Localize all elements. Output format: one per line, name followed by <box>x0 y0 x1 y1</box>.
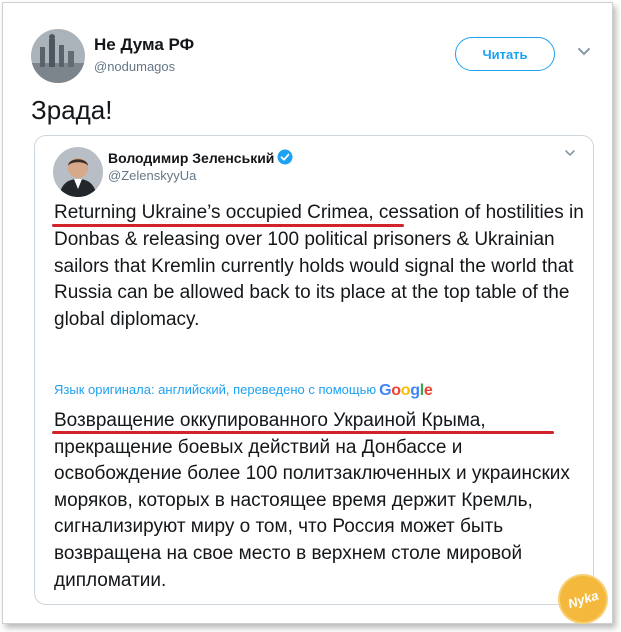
chevron-down-icon[interactable] <box>563 146 577 160</box>
highlighted-phrase: Возвращение оккупированного Украиной Кры… <box>54 410 481 431</box>
chevron-down-icon[interactable] <box>575 43 593 61</box>
tweet-card: Не Дума РФ @nodumagos Читать Зрада! Воло… <box>2 2 613 628</box>
user-handle[interactable]: @nodumagos <box>94 59 175 74</box>
translation-note-text: Язык оригинала: английский, переведено с… <box>54 382 377 397</box>
quoted-user-handle[interactable]: @ZelenskyyUa <box>108 168 196 183</box>
display-name[interactable]: Не Дума РФ <box>94 35 194 55</box>
google-logo: Google <box>379 382 433 399</box>
verified-badge-icon <box>277 149 293 165</box>
highlighted-phrase: Returning Ukraine’s occupied Crimea <box>54 202 369 223</box>
follow-button[interactable]: Читать <box>455 37 555 71</box>
quoted-tweet[interactable]: Володимир Зеленський @ZelenskyyUa Return… <box>34 135 594 605</box>
translation-note[interactable]: Язык оригинала: английский, переведено с… <box>54 382 433 400</box>
avatar[interactable] <box>53 147 103 197</box>
tweet-text: Зрада! <box>31 95 113 125</box>
avatar[interactable] <box>31 29 85 83</box>
quoted-text-rest: , прекращение боевых действий на Донбасс… <box>54 410 570 591</box>
quoted-text-english: Returning Ukraine’s occupied Crimea, ces… <box>54 200 594 334</box>
quoted-text-russian: Возвращение оккупированного Украиной Кры… <box>54 408 594 594</box>
quoted-display-name[interactable]: Володимир Зеленський <box>108 150 274 166</box>
